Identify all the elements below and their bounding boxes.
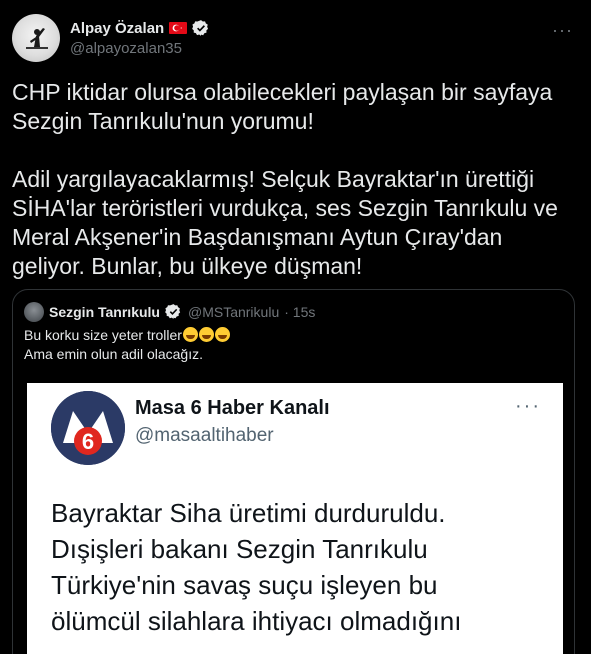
quoted-line-1: Bu korku size yeter troller xyxy=(24,326,230,345)
embedded-tweet-text: Bayraktar Siha üretimi durduruldu. Dışiş… xyxy=(51,498,462,636)
avatar-figure-icon xyxy=(26,28,48,49)
grinning-sweat-emoji-icon xyxy=(198,327,214,342)
logo-six-text: 6 xyxy=(82,429,94,454)
more-options-icon[interactable]: ··· xyxy=(552,20,573,41)
quoted-tweet[interactable]: Sezgin Tanrıkulu @MSTanrikulu · 15s Bu k… xyxy=(12,289,575,654)
quoted-timestamp[interactable]: · 15s xyxy=(284,304,315,320)
quoted-line-1-text: Bu korku size yeter troller xyxy=(24,327,182,343)
avatar[interactable] xyxy=(12,14,60,62)
tweet-header: Alpay Özalan @alpayozalan35 ··· xyxy=(12,14,577,62)
quoted-author-handle[interactable]: @MSTanrikulu xyxy=(188,304,279,320)
author-block: Alpay Özalan @alpayozalan35 xyxy=(70,18,210,57)
tweet-text: CHP iktidar olursa olabilecekleri paylaş… xyxy=(12,79,558,279)
verified-badge-icon xyxy=(192,19,210,37)
verified-badge-icon xyxy=(165,303,183,321)
quoted-author-name[interactable]: Sezgin Tanrıkulu xyxy=(49,304,160,320)
tweet: Alpay Özalan @alpayozalan35 ··· CHP ikti… xyxy=(0,0,591,654)
embedded-more-icon: ··· xyxy=(515,395,541,417)
quoted-tweet-header: Sezgin Tanrıkulu @MSTanrikulu · 15s xyxy=(24,302,315,322)
embedded-author-handle: @masaaltihaber xyxy=(135,425,274,446)
embedded-screenshot[interactable]: 6 Masa 6 Haber Kanalı @masaaltihaber ···… xyxy=(27,383,563,654)
author-name[interactable]: Alpay Özalan xyxy=(70,20,164,37)
turkey-flag-icon xyxy=(169,22,188,34)
author-handle[interactable]: @alpayozalan35 xyxy=(70,40,210,57)
grinning-sweat-emoji-icon xyxy=(182,327,198,342)
quoted-line-2: Ama emin olun adil olacağız. xyxy=(24,346,203,362)
embedded-author-name: Masa 6 Haber Kanalı xyxy=(135,397,330,419)
author-name-line: Alpay Özalan xyxy=(70,18,210,38)
quoted-avatar[interactable] xyxy=(24,302,44,322)
masa6-logo: 6 xyxy=(51,391,125,465)
quoted-tweet-text: Bu korku size yeter troller Ama emin olu… xyxy=(24,326,230,364)
grinning-sweat-emoji-icon xyxy=(214,327,230,342)
